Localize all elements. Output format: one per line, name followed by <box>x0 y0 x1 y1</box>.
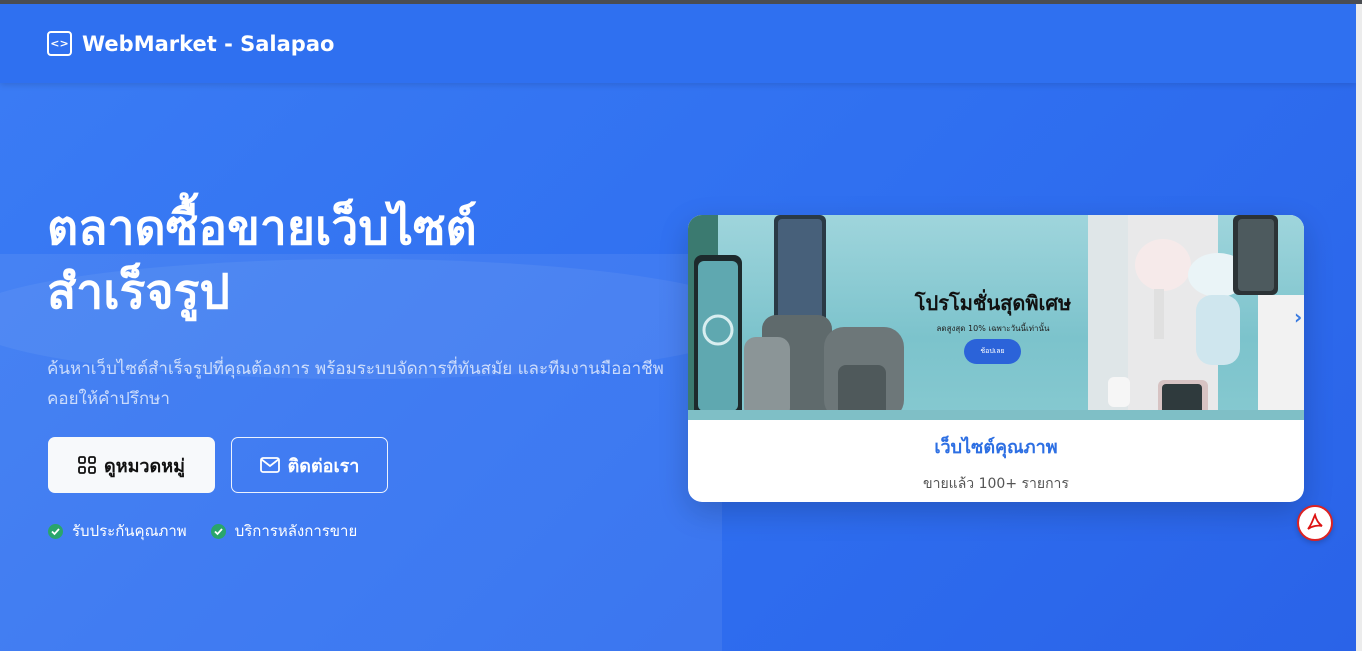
featured-card[interactable]: โปรโมชั่นสุดพิเศษ ลดสูงสุด 10% เฉพาะวันน… <box>688 215 1304 502</box>
brand-name: WebMarket - Salapao <box>82 31 335 56</box>
pdf-icon[interactable] <box>1297 505 1333 541</box>
check-circle-icon <box>48 523 63 539</box>
brand-link[interactable]: <> WebMarket - Salapao <box>47 31 334 56</box>
chevron-right-icon[interactable]: › <box>1294 305 1302 329</box>
card-body: เว็บไซต์คุณภาพ ขายแล้ว 100+ รายการ <box>688 420 1304 495</box>
view-categories-button[interactable]: ดูหมวดหมู่ <box>48 437 215 493</box>
feature-label: บริการหลังการขาย <box>234 522 358 540</box>
contact-us-label: ติดต่อเรา <box>287 455 360 476</box>
contact-us-button[interactable]: ติดต่อเรา <box>231 437 388 493</box>
shop-now-button[interactable]: ช้อปเลย <box>964 339 1021 364</box>
feature-list: รับประกันคุณภาพ บริการหลังการขาย <box>48 519 357 543</box>
check-circle-icon <box>210 523 226 539</box>
hero-title-line2: สำเร็จรูป <box>47 264 230 320</box>
feature-item: บริการหลังการขาย <box>210 519 358 543</box>
card-caption: ขายแล้ว 100+ รายการ <box>923 476 1069 492</box>
code-icon: <> <box>47 31 72 56</box>
promo-banner-image[interactable]: โปรโมชั่นสุดพิเศษ ลดสูงสุด 10% เฉพาะวันน… <box>688 215 1304 420</box>
navbar: <> WebMarket - Salapao <box>0 4 1356 83</box>
promo-subtitle: ลดสูงสุด 10% เฉพาะวันนี้เท่านั้น <box>936 324 1050 333</box>
grid-icon <box>78 456 96 474</box>
promo-title: โปรโมชั่นสุดพิเศษ <box>914 291 1072 315</box>
envelope-icon <box>259 457 280 473</box>
feature-label: รับประกันคุณภาพ <box>72 522 187 540</box>
hero-subtitle: ค้นหาเว็บไซต์สำเร็จรูปที่คุณต้องการ พร้อ… <box>47 359 664 409</box>
hero-title: ตลาดซื้อขายเว็บไซต์ สำเร็จรูป <box>47 196 607 324</box>
card-title[interactable]: เว็บไซต์คุณภาพ <box>688 432 1304 461</box>
view-categories-label: ดูหมวดหมู่ <box>104 455 185 476</box>
window-scrollbar[interactable] <box>1356 4 1362 651</box>
landing-page: <> WebMarket - Salapao ตลาดซื้อขายเว็บไซ… <box>0 4 1356 651</box>
hero-title-line1: ตลาดซื้อขายเว็บไซต์ <box>47 200 477 256</box>
feature-item: รับประกันคุณภาพ <box>48 519 187 543</box>
